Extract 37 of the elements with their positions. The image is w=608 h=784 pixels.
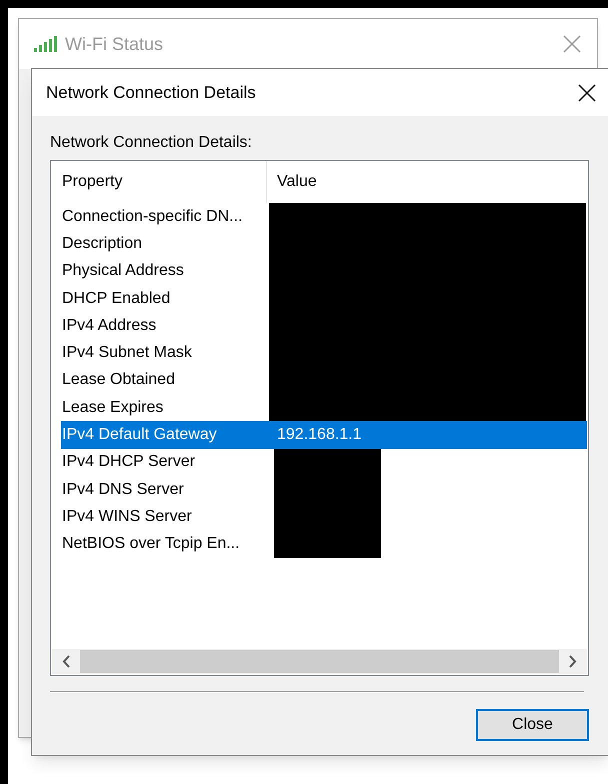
property-cell-text: Lease Expires [61, 398, 164, 418]
list-row[interactable]: NetBIOS over Tcpip En... [61, 530, 587, 558]
property-cell-text: Lease Obtained [61, 370, 176, 390]
window-title: Wi-Fi Status [65, 32, 164, 56]
list-row[interactable]: Connection-specific DN... [61, 203, 587, 230]
property-cell-text: DHCP Enabled [61, 288, 172, 309]
property-cell-text: IPv4 Default Gateway [61, 425, 218, 446]
column-header[interactable]: Property [51, 161, 267, 203]
wifi-signal-icon [33, 35, 59, 53]
property-cell-text: Description [61, 234, 144, 254]
list-row[interactable]: Lease Expires [61, 394, 587, 422]
close-button[interactable]: Close [476, 709, 589, 741]
property-cell-text: IPv4 WINS Server [61, 506, 193, 527]
property-cell-text: IPv4 DHCP Server [61, 452, 196, 472]
list-row[interactable]: Description [61, 230, 587, 258]
property-cell-text: IPv4 Subnet Mask [61, 343, 193, 364]
value-cell-text: 192.168.1.1 [276, 425, 362, 446]
property-cell-text: IPv4 Address [61, 316, 158, 336]
scrollbar-thumb[interactable] [80, 650, 559, 673]
list-row[interactable]: IPv4 WINS Server [61, 503, 587, 531]
property-cell-text: NetBIOS over Tcpip En... [61, 534, 241, 554]
property-cell-text: IPv4 DNS Server [61, 480, 185, 500]
list-row[interactable]: Physical Address [61, 258, 587, 285]
column-header[interactable]: Value [267, 161, 588, 203]
list-row[interactable]: DHCP Enabled [61, 284, 587, 312]
list-row[interactable]: IPv4 Default Gateway 192.168.1.1 [61, 421, 587, 449]
close-icon[interactable] [578, 84, 596, 102]
list-row[interactable]: IPv4 DHCP Server [61, 448, 587, 476]
list-row[interactable]: Lease Obtained [61, 366, 587, 394]
property-cell-text: Connection-specific DN... [61, 206, 244, 227]
list-row[interactable]: IPv4 Address [61, 312, 587, 340]
list-label: Network Connection Details: [50, 133, 253, 153]
property-cell-text: Physical Address [61, 261, 185, 282]
horizontal-scrollbar[interactable] [52, 649, 587, 674]
list-row[interactable]: IPv4 DNS Server [61, 476, 587, 504]
list-row[interactable]: IPv4 Subnet Mask [61, 339, 587, 367]
dialog-title: Network Connection Details [46, 82, 256, 104]
